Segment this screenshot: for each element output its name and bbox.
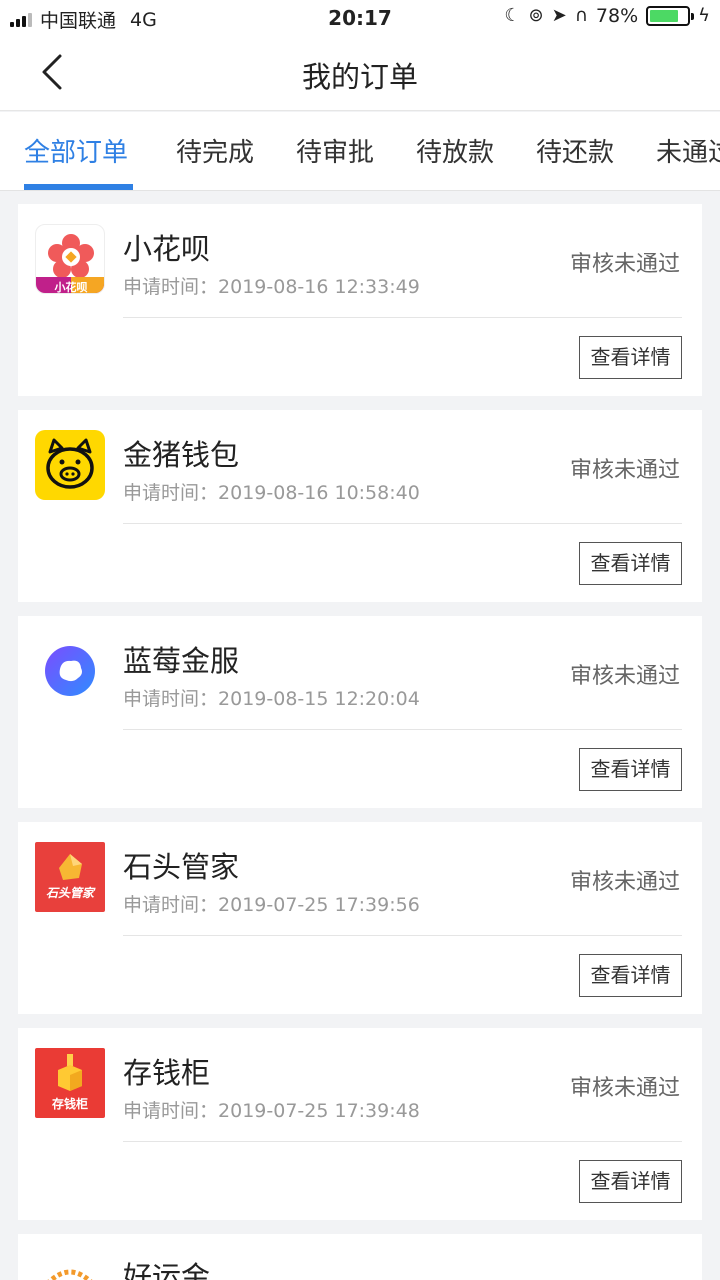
divider [123, 317, 682, 318]
stone-butler-logo: 石头管家 [35, 842, 105, 912]
page-title: 我的订单 [301, 60, 418, 94]
product-name: 金猪钱包 [123, 438, 240, 472]
moon-icon: ☾ [504, 5, 521, 26]
apply-time: 申请时间：2019-07-25 17:39:56 [123, 890, 420, 917]
status-text: 审核未通过 [569, 664, 680, 689]
haoyunjin-logo [35, 1254, 105, 1280]
charging-bolt-icon: ϟ [698, 5, 710, 26]
rotation-lock-icon: ⊚ [528, 5, 544, 26]
status-text: 审核未通过 [569, 458, 680, 483]
view-details-button[interactable]: 查看详情 [579, 954, 682, 997]
logo-text: 石头管家 [45, 886, 94, 900]
tab-pending-approval[interactable]: 待审批 [296, 132, 374, 169]
status-text: 审核未通过 [569, 870, 680, 895]
apply-time-label: 申请时间： [123, 276, 219, 298]
headphones-icon: ∩ [574, 5, 588, 26]
product-name: 蓝莓金服 [123, 644, 240, 678]
xiaohuabei-logo: 小花呗 [35, 224, 105, 294]
view-details-button[interactable]: 查看详情 [579, 1160, 682, 1203]
apply-time-value: 2019-08-16 10:58:40 [218, 482, 420, 504]
product-name: 石头管家 [123, 850, 240, 884]
order-card[interactable]: 蓝莓金服 申请时间：2019-08-15 12:20:04 审核未通过 查看详情 [18, 616, 702, 808]
divider [123, 935, 682, 936]
apply-time-value: 2019-08-15 12:20:04 [218, 688, 420, 710]
apply-time: 申请时间：2019-08-16 10:58:40 [123, 478, 420, 505]
apply-time-label: 申请时间： [123, 482, 219, 504]
apply-time-label: 申请时间： [123, 894, 219, 916]
tab-pending-completion[interactable]: 待完成 [176, 132, 254, 169]
apply-time-label: 申请时间： [123, 688, 219, 710]
status-bar: 中国联通 4G 20:17 ☾ ⊚ ➤ ∩ 78% ϟ [0, 0, 720, 36]
view-details-button[interactable]: 查看详情 [579, 748, 682, 791]
logo-text: 存钱柜 [51, 1097, 88, 1111]
divider [123, 523, 682, 524]
order-card[interactable]: 石头管家 石头管家 申请时间：2019-07-25 17:39:56 审核未通过… [18, 822, 702, 1014]
apply-time-value: 2019-07-25 17:39:56 [218, 894, 420, 916]
tab-not-approved[interactable]: 未通过 [656, 132, 720, 169]
status-text: 审核未通过 [569, 252, 680, 277]
blueberry-logo [35, 636, 105, 706]
order-tabs: 全部订单 待完成 待审批 待放款 待还款 未通过 [0, 112, 720, 191]
tab-pending-repayment[interactable]: 待还款 [536, 132, 614, 169]
divider [123, 729, 682, 730]
apply-time-value: 2019-08-16 12:33:49 [218, 276, 420, 298]
order-card[interactable]: 好运金 [18, 1234, 702, 1280]
savings-cabinet-logo: 存钱柜 [35, 1048, 105, 1118]
active-tab-indicator [24, 184, 133, 190]
pig-logo [35, 430, 105, 500]
order-card[interactable]: 小花呗 小花呗 申请时间：2019-08-16 12:33:49 审核未通过 查… [18, 204, 702, 396]
product-name: 存钱柜 [123, 1056, 211, 1090]
battery-icon [646, 6, 695, 26]
apply-time: 申请时间：2019-08-16 12:33:49 [123, 272, 420, 299]
divider [123, 1141, 682, 1142]
tab-all-orders[interactable]: 全部订单 [24, 132, 128, 169]
logo-text: 小花呗 [54, 281, 88, 294]
order-card[interactable]: 存钱柜 存钱柜 申请时间：2019-07-25 17:39:48 审核未通过 查… [18, 1028, 702, 1220]
apply-time-label: 申请时间： [123, 1100, 219, 1122]
product-name: 好运金 [123, 1260, 211, 1280]
apply-time-value: 2019-07-25 17:39:48 [218, 1100, 420, 1122]
location-arrow-icon: ➤ [551, 5, 567, 26]
battery-percent: 78% [595, 5, 639, 27]
status-text: 审核未通过 [569, 1076, 680, 1101]
apply-time: 申请时间：2019-07-25 17:39:48 [123, 1096, 420, 1123]
view-details-button[interactable]: 查看详情 [579, 542, 682, 585]
tab-pending-disbursement[interactable]: 待放款 [416, 132, 494, 169]
apply-time: 申请时间：2019-08-15 12:20:04 [123, 684, 420, 711]
view-details-button[interactable]: 查看详情 [579, 336, 682, 379]
order-card[interactable]: 金猪钱包 申请时间：2019-08-16 10:58:40 审核未通过 查看详情 [18, 410, 702, 602]
product-name: 小花呗 [123, 232, 211, 266]
navigation-bar: 我的订单 [0, 36, 720, 111]
